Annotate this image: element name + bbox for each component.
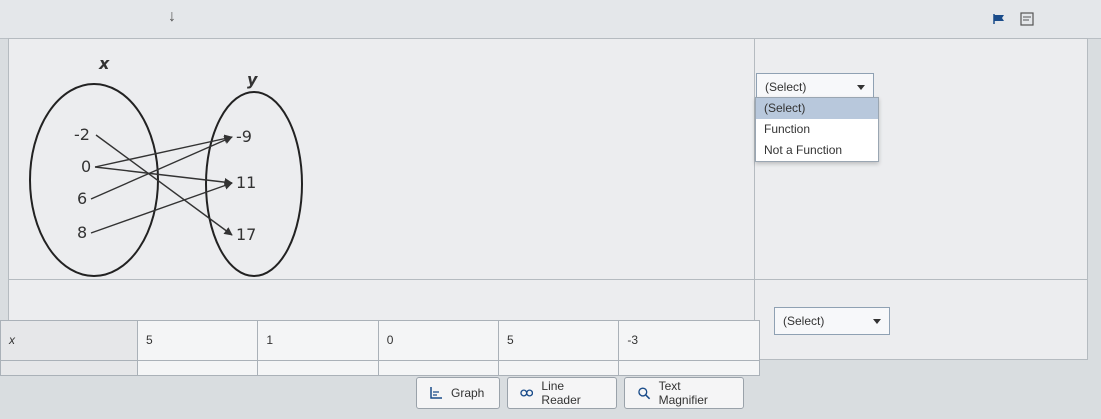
table-row-2-header	[0, 359, 138, 377]
notes-icon[interactable]	[1020, 12, 1034, 26]
xy-table: x 5 1 0 5 -3	[0, 320, 760, 377]
select-dropdown-1[interactable]: (Select)	[756, 73, 874, 99]
question-panel: x y -2 0 6 8 -9 11 17 (Select) (Select)	[8, 38, 1088, 360]
x-value-label: -2	[74, 125, 90, 144]
select-value-2: (Select)	[783, 314, 825, 328]
table-cell: 5	[498, 320, 620, 361]
chevron-down-icon	[873, 319, 881, 324]
mapping-diagram: x y -2 0 6 8 -9 11 17	[29, 54, 303, 277]
table-cell-empty	[498, 359, 620, 377]
x-value-label: 0	[81, 157, 91, 176]
table-cell-empty	[257, 359, 379, 377]
column-divider	[754, 39, 755, 359]
table-cell: 0	[377, 320, 500, 361]
graph-label: Graph	[451, 386, 485, 400]
option-function[interactable]: Function	[756, 119, 878, 140]
x-value-label: 8	[77, 223, 87, 242]
y-value-label: 11	[236, 173, 256, 192]
x-label: x	[98, 54, 110, 73]
text-magnifier-button[interactable]: Text Magnifier	[624, 377, 744, 409]
table-header-x: x	[0, 320, 138, 361]
chevron-down-icon	[857, 85, 865, 90]
top-toolbar: ↓	[0, 0, 1101, 39]
x-value-label: 6	[77, 189, 87, 208]
text-magnifier-label: Text Magnifier	[658, 379, 708, 407]
table-cell-empty	[618, 359, 760, 377]
select-value-1: (Select)	[765, 80, 807, 94]
option-select[interactable]: (Select)	[756, 98, 878, 119]
graph-button[interactable]: Graph	[416, 377, 500, 409]
y-value-label: 17	[236, 225, 256, 244]
x-oval	[29, 83, 159, 277]
line-reader-label: Line Reader	[541, 379, 581, 407]
down-arrow-icon: ↓	[168, 8, 176, 25]
option-not-a-function[interactable]: Not a Function	[756, 140, 878, 161]
graph-icon	[430, 387, 442, 399]
mapping-arrow	[95, 134, 233, 236]
line-reader-button[interactable]: Line Reader	[507, 377, 617, 409]
flag-icon[interactable]	[993, 14, 1005, 24]
select-options-menu: (Select) Function Not a Function	[755, 97, 879, 162]
table-cell: -3	[618, 320, 760, 361]
table-cell: 5	[136, 320, 259, 361]
table-cell: 1	[257, 320, 379, 361]
magnifier-icon	[638, 387, 651, 400]
mapping-arrow	[94, 134, 233, 168]
y-label: y	[247, 70, 258, 89]
select-dropdown-2[interactable]: (Select)	[774, 307, 890, 335]
line-reader-icon	[520, 389, 534, 397]
table-cell-empty	[377, 359, 500, 377]
table-cell-empty	[136, 359, 259, 377]
y-value-label: -9	[236, 127, 252, 146]
mapping-arrow	[94, 166, 233, 187]
